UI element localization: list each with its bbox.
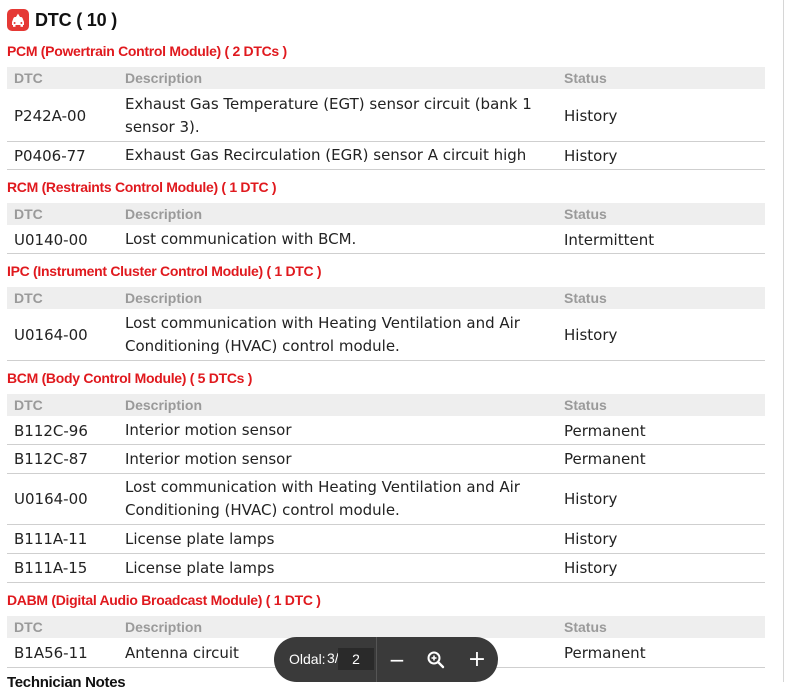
column-header-status: Status xyxy=(564,70,607,86)
module-title-dabm: DABM (Digital Audio Broadcast Module) ( … xyxy=(7,592,321,608)
dtc-code: B1A56-11 xyxy=(14,644,88,662)
dtc-report-page: DTC ( 10 ) PCM (Powertrain Control Modul… xyxy=(0,0,766,691)
column-header-dtc: DTC xyxy=(14,290,43,306)
table-row: U0164-00 Lost communication with Heating… xyxy=(7,310,765,361)
dtc-code: B112C-96 xyxy=(14,421,88,440)
column-header-status: Status xyxy=(564,290,607,306)
table-header: DTC Description Status xyxy=(7,616,765,638)
dtc-code: P242A-00 xyxy=(14,106,87,125)
dtc-description: Exhaust Gas Temperature (EGT) sensor cir… xyxy=(125,94,532,136)
table-header: DTC Description Status xyxy=(7,287,765,309)
car-alert-icon xyxy=(7,9,29,31)
table-row: U0164-00 Lost communication with Heating… xyxy=(7,474,765,525)
toolbar-divider xyxy=(376,637,377,682)
column-header-dtc: DTC xyxy=(14,70,43,86)
technician-notes-heading: Technician Notes xyxy=(7,674,126,691)
dtc-code: U0140-00 xyxy=(14,230,88,249)
report-title-row: DTC ( 10 ) xyxy=(7,8,117,32)
scrollbar-track[interactable] xyxy=(783,0,784,682)
module-title-pcm: PCM (Powertrain Control Module) ( 2 DTCs… xyxy=(7,43,287,59)
column-header-description: Description xyxy=(125,619,203,635)
zoom-out-button[interactable]: − xyxy=(385,648,409,672)
zoom-in-button[interactable]: + xyxy=(465,648,489,672)
dtc-status: Permanent xyxy=(564,450,646,468)
column-header-description: Description xyxy=(125,290,203,306)
page-total: 3/ xyxy=(327,650,339,666)
column-header-dtc: DTC xyxy=(14,397,43,413)
table-header: DTC Description Status xyxy=(7,67,765,89)
dtc-code: U0164-00 xyxy=(14,326,88,344)
dtc-code: B111A-11 xyxy=(14,530,88,548)
dtc-status: Permanent xyxy=(564,421,646,440)
page-number-input[interactable] xyxy=(338,648,374,670)
dtc-code: P0406-77 xyxy=(14,146,86,165)
dtc-description: Interior motion sensor xyxy=(125,449,292,468)
module-title-bcm: BCM (Body Control Module) ( 5 DTCs ) xyxy=(7,370,253,386)
table-row: B112C-87 Interior motion sensor Permanen… xyxy=(7,445,765,474)
dtc-status: History xyxy=(564,490,618,508)
zoom-reset-button[interactable] xyxy=(424,648,448,672)
column-header-dtc: DTC xyxy=(14,206,43,222)
dtc-description: Interior motion sensor xyxy=(125,421,292,439)
dtc-description: License plate lamps xyxy=(125,529,275,548)
dtc-description: License plate lamps xyxy=(125,558,275,577)
table-row: B111A-11 License plate lamps History xyxy=(7,525,765,554)
module-title-rcm: RCM (Restraints Control Module) ( 1 DTC … xyxy=(7,179,277,195)
module-title-ipc: IPC (Instrument Cluster Control Module) … xyxy=(7,263,322,279)
page-label: Oldal: xyxy=(289,651,326,667)
table-header: DTC Description Status xyxy=(7,203,765,225)
column-header-dtc: DTC xyxy=(14,619,43,635)
dtc-code: B112C-87 xyxy=(14,450,88,468)
table-row: B112C-96 Interior motion sensor Permanen… xyxy=(7,417,765,445)
dtc-status: History xyxy=(564,530,618,548)
dtc-code: B111A-15 xyxy=(14,559,88,577)
dtc-status: Permanent xyxy=(564,644,646,662)
column-header-status: Status xyxy=(564,619,607,635)
column-header-status: Status xyxy=(564,206,607,222)
column-header-status: Status xyxy=(564,397,607,413)
table-row: U0140-00 Lost communication with BCM. In… xyxy=(7,226,765,254)
column-header-description: Description xyxy=(125,70,203,86)
dtc-status: History xyxy=(564,146,618,165)
dtc-status: Intermittent xyxy=(564,230,655,249)
dtc-code: U0164-00 xyxy=(14,490,88,508)
table-row: P242A-00 Exhaust Gas Temperature (EGT) s… xyxy=(7,90,765,142)
dtc-description: Lost communication with BCM. xyxy=(125,230,357,248)
dtc-description: Exhaust Gas Recirculation (EGR) sensor A… xyxy=(125,146,527,164)
minus-icon: − xyxy=(388,648,406,672)
dtc-status: History xyxy=(564,326,618,344)
column-header-description: Description xyxy=(125,397,203,413)
dtc-status: History xyxy=(564,559,618,577)
plus-icon: + xyxy=(467,647,487,672)
table-row: B111A-15 License plate lamps History xyxy=(7,554,765,583)
report-title: DTC ( 10 ) xyxy=(35,9,118,30)
table-row: P0406-77 Exhaust Gas Recirculation (EGR)… xyxy=(7,142,765,170)
dtc-status: History xyxy=(564,106,618,125)
table-header: DTC Description Status xyxy=(7,394,765,416)
dtc-description: Lost communication with Heating Ventilat… xyxy=(125,314,520,355)
page-toolbar: Oldal: 3/ − + xyxy=(274,637,498,682)
dtc-description: Lost communication with Heating Ventilat… xyxy=(125,478,520,519)
column-header-description: Description xyxy=(125,206,203,222)
magnifier-icon xyxy=(427,651,445,669)
